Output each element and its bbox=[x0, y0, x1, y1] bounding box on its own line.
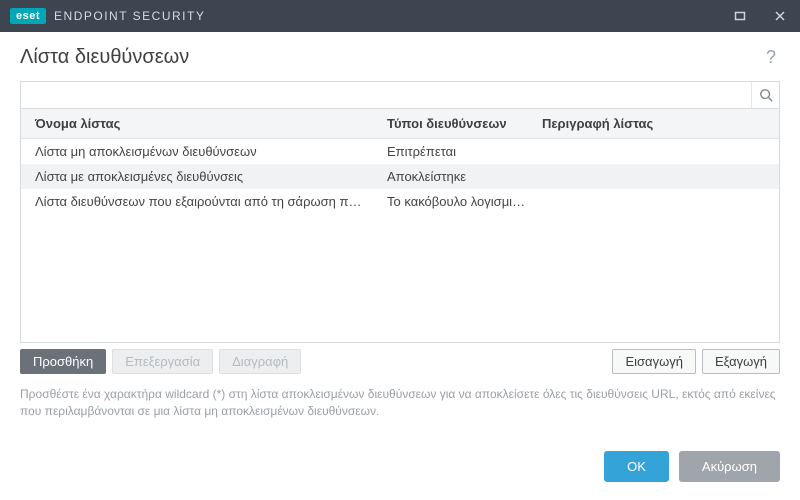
address-list-table: Όνομα λίστας Τύποι διευθύνσεων Περιγραφή… bbox=[20, 109, 780, 343]
hint-text: Προσθέστε ένα χαρακτήρα wildcard (*) στη… bbox=[0, 374, 800, 421]
edit-button[interactable]: Επεξεργασία bbox=[112, 349, 213, 374]
table-row[interactable]: Λίστα διευθύνσεων που εξαιρούνται από τη… bbox=[21, 189, 779, 214]
cancel-button[interactable]: Ακύρωση bbox=[679, 451, 780, 482]
search-icon bbox=[759, 88, 773, 102]
dialog-footer: OK Ακύρωση bbox=[0, 435, 800, 500]
brand-badge: eset bbox=[10, 8, 46, 24]
table-row[interactable]: Λίστα μη αποκλεισμένων διευθύνσεων Επιτρ… bbox=[21, 139, 779, 164]
ok-button[interactable]: OK bbox=[604, 451, 669, 482]
close-icon bbox=[774, 10, 786, 22]
cell-types: Αποκλείστηκε bbox=[381, 169, 536, 184]
import-button[interactable]: Εισαγωγή bbox=[612, 349, 695, 374]
search-input[interactable] bbox=[21, 82, 751, 108]
dialog-header: Λίστα διευθύνσεων ? bbox=[0, 32, 800, 81]
cell-name: Λίστα μη αποκλεισμένων διευθύνσεων bbox=[21, 144, 381, 159]
cell-types: Επιτρέπεται bbox=[381, 144, 536, 159]
search-row bbox=[20, 81, 780, 109]
cell-name: Λίστα με αποκλεισμένες διευθύνσεις bbox=[21, 169, 381, 184]
column-header-desc[interactable]: Περιγραφή λίστας bbox=[536, 116, 779, 131]
column-header-types[interactable]: Τύποι διευθύνσεων bbox=[381, 116, 536, 131]
help-icon[interactable]: ? bbox=[762, 47, 780, 68]
table-button-row: Προσθήκη Επεξεργασία Διαγραφή Εισαγωγή Ε… bbox=[20, 349, 780, 374]
search-button[interactable] bbox=[751, 82, 779, 108]
minimize-icon bbox=[734, 10, 746, 22]
brand-name: ENDPOINT SECURITY bbox=[54, 9, 205, 23]
add-button[interactable]: Προσθήκη bbox=[20, 349, 106, 374]
content-area: Όνομα λίστας Τύποι διευθύνσεων Περιγραφή… bbox=[0, 81, 800, 374]
page-title: Λίστα διευθύνσεων bbox=[20, 46, 762, 69]
table-row[interactable]: Λίστα με αποκλεισμένες διευθύνσεις Αποκλ… bbox=[21, 164, 779, 189]
cell-types: Το κακόβουλο λογισμικό ... bbox=[381, 194, 536, 209]
titlebar: eset ENDPOINT SECURITY bbox=[0, 0, 800, 32]
column-header-name[interactable]: Όνομα λίστας bbox=[21, 116, 381, 131]
minimize-button[interactable] bbox=[720, 0, 760, 32]
table-body: Λίστα μη αποκλεισμένων διευθύνσεων Επιτρ… bbox=[21, 139, 779, 342]
delete-button[interactable]: Διαγραφή bbox=[219, 349, 301, 374]
export-button[interactable]: Εξαγωγή bbox=[702, 349, 780, 374]
table-header: Όνομα λίστας Τύποι διευθύνσεων Περιγραφή… bbox=[21, 109, 779, 139]
close-button[interactable] bbox=[760, 0, 800, 32]
cell-name: Λίστα διευθύνσεων που εξαιρούνται από τη… bbox=[21, 194, 381, 209]
